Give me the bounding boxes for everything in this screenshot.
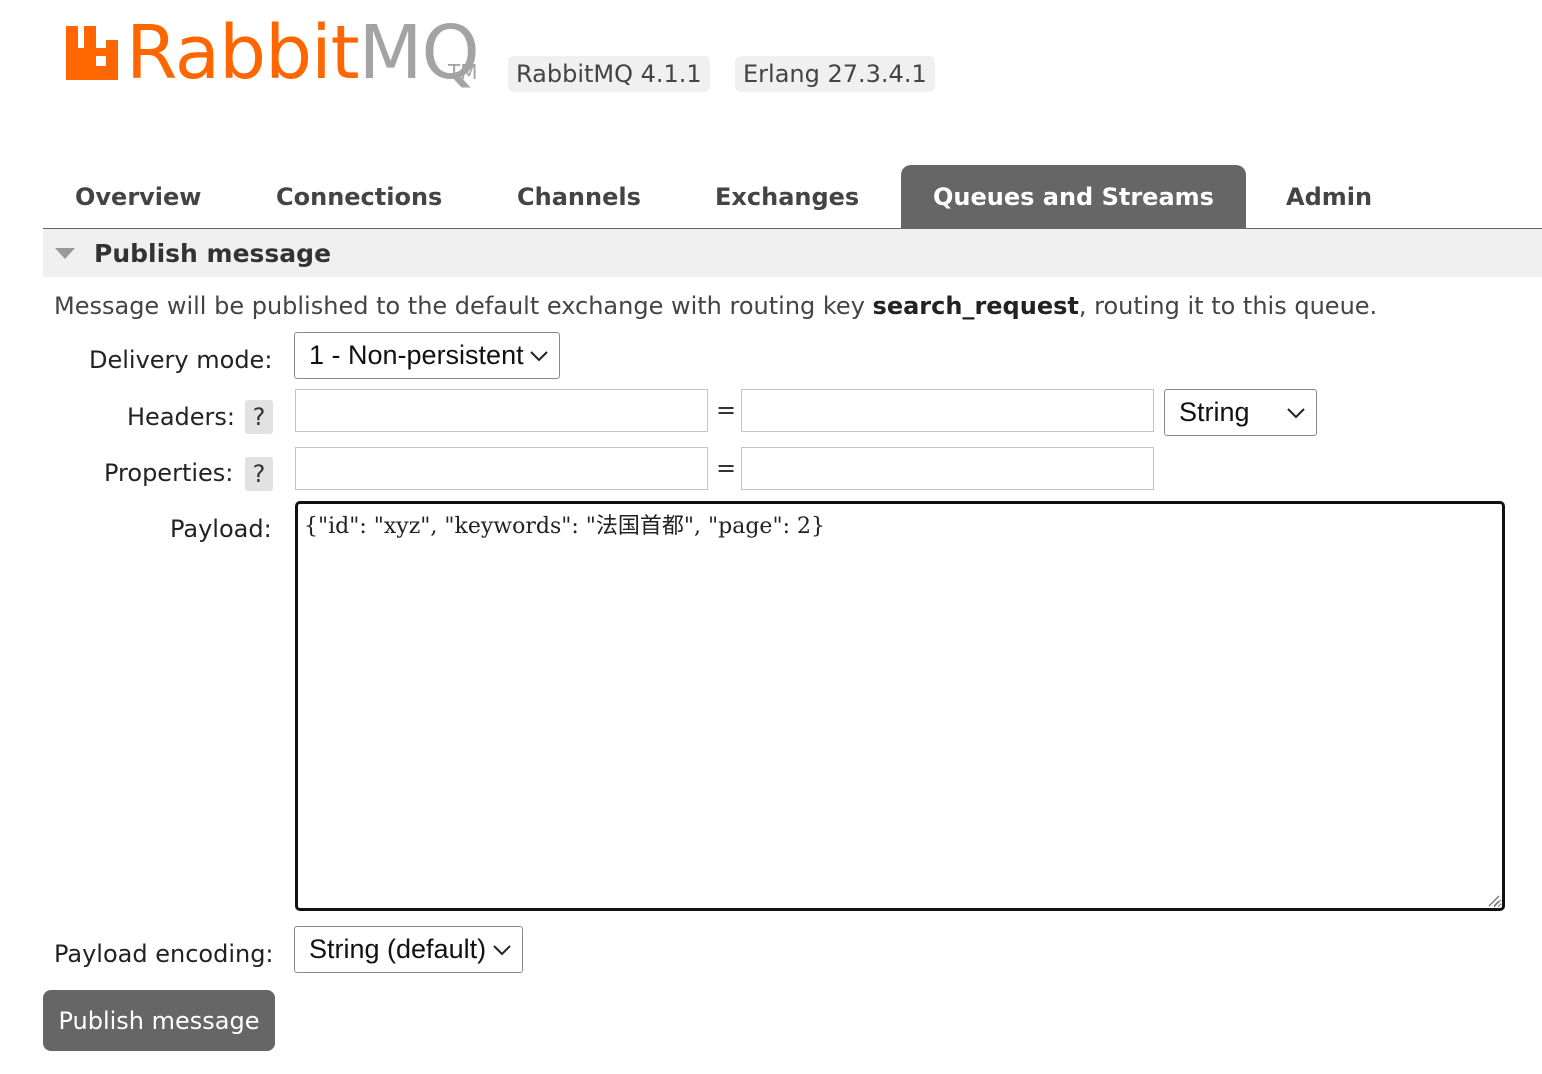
payload-label: Payload: <box>170 515 272 543</box>
tab-overview[interactable]: Overview <box>43 165 233 228</box>
headers-label: Headers: <box>127 403 235 431</box>
logo-wordmark: RabbitMQ <box>126 16 480 90</box>
erlang-version-badge: Erlang 27.3.4.1 <box>735 56 935 92</box>
publish-message-button[interactable]: Publish message <box>43 990 275 1051</box>
properties-label: Properties: <box>104 459 234 487</box>
routing-info-prefix: Message will be published to the default… <box>54 292 873 320</box>
properties-help-button[interactable]: ? <box>245 457 273 491</box>
properties-equals-sign: = <box>716 454 737 482</box>
logo-trademark: TM <box>448 60 478 84</box>
property-key-input[interactable] <box>295 447 708 490</box>
headers-help-button[interactable]: ? <box>245 400 273 434</box>
routing-key: search_request <box>872 292 1079 320</box>
rabbitmq-logo-icon <box>66 26 118 80</box>
payload-encoding-label: Payload encoding: <box>54 940 274 968</box>
collapse-triangle-icon[interactable] <box>55 248 75 259</box>
routing-info-suffix: , routing it to this queue. <box>1078 292 1378 320</box>
section-title: Publish message <box>94 239 332 268</box>
publish-message-section-header[interactable]: Publish message <box>43 229 1542 277</box>
delivery-mode-value: 1 - Non-persistent <box>309 340 524 370</box>
header-value-input[interactable] <box>741 389 1154 432</box>
property-value-input[interactable] <box>741 447 1154 490</box>
tab-channels[interactable]: Channels <box>485 165 673 228</box>
chevron-down-icon <box>493 944 511 955</box>
header-type-select[interactable]: String <box>1164 389 1317 436</box>
delivery-mode-label: Delivery mode: <box>89 346 273 374</box>
rabbitmq-version-badge: RabbitMQ 4.1.1 <box>508 56 710 92</box>
header-key-input[interactable] <box>295 389 708 432</box>
routing-info: Message will be published to the default… <box>54 292 1377 320</box>
payload-encoding-select[interactable]: String (default) <box>294 926 523 973</box>
tab-connections[interactable]: Connections <box>244 165 474 228</box>
tab-admin[interactable]: Admin <box>1254 165 1404 228</box>
chevron-down-icon <box>1287 407 1305 418</box>
payload-encoding-value: String (default) <box>309 934 487 964</box>
logo-rabbit-text: Rabbit <box>126 10 360 96</box>
tab-exchanges[interactable]: Exchanges <box>683 165 891 228</box>
payload-textarea[interactable]: {"id": "xyz", "keywords": "法国首都", "page"… <box>295 501 1505 911</box>
header-type-value: String <box>1179 397 1250 427</box>
headers-equals-sign: = <box>716 396 737 424</box>
chevron-down-icon <box>530 350 548 361</box>
resize-grip-icon[interactable] <box>1486 893 1500 907</box>
delivery-mode-select[interactable]: 1 - Non-persistent <box>294 332 560 379</box>
main-nav: Overview Connections Channels Exchanges … <box>43 165 1542 230</box>
tab-queues-and-streams[interactable]: Queues and Streams <box>901 165 1246 228</box>
